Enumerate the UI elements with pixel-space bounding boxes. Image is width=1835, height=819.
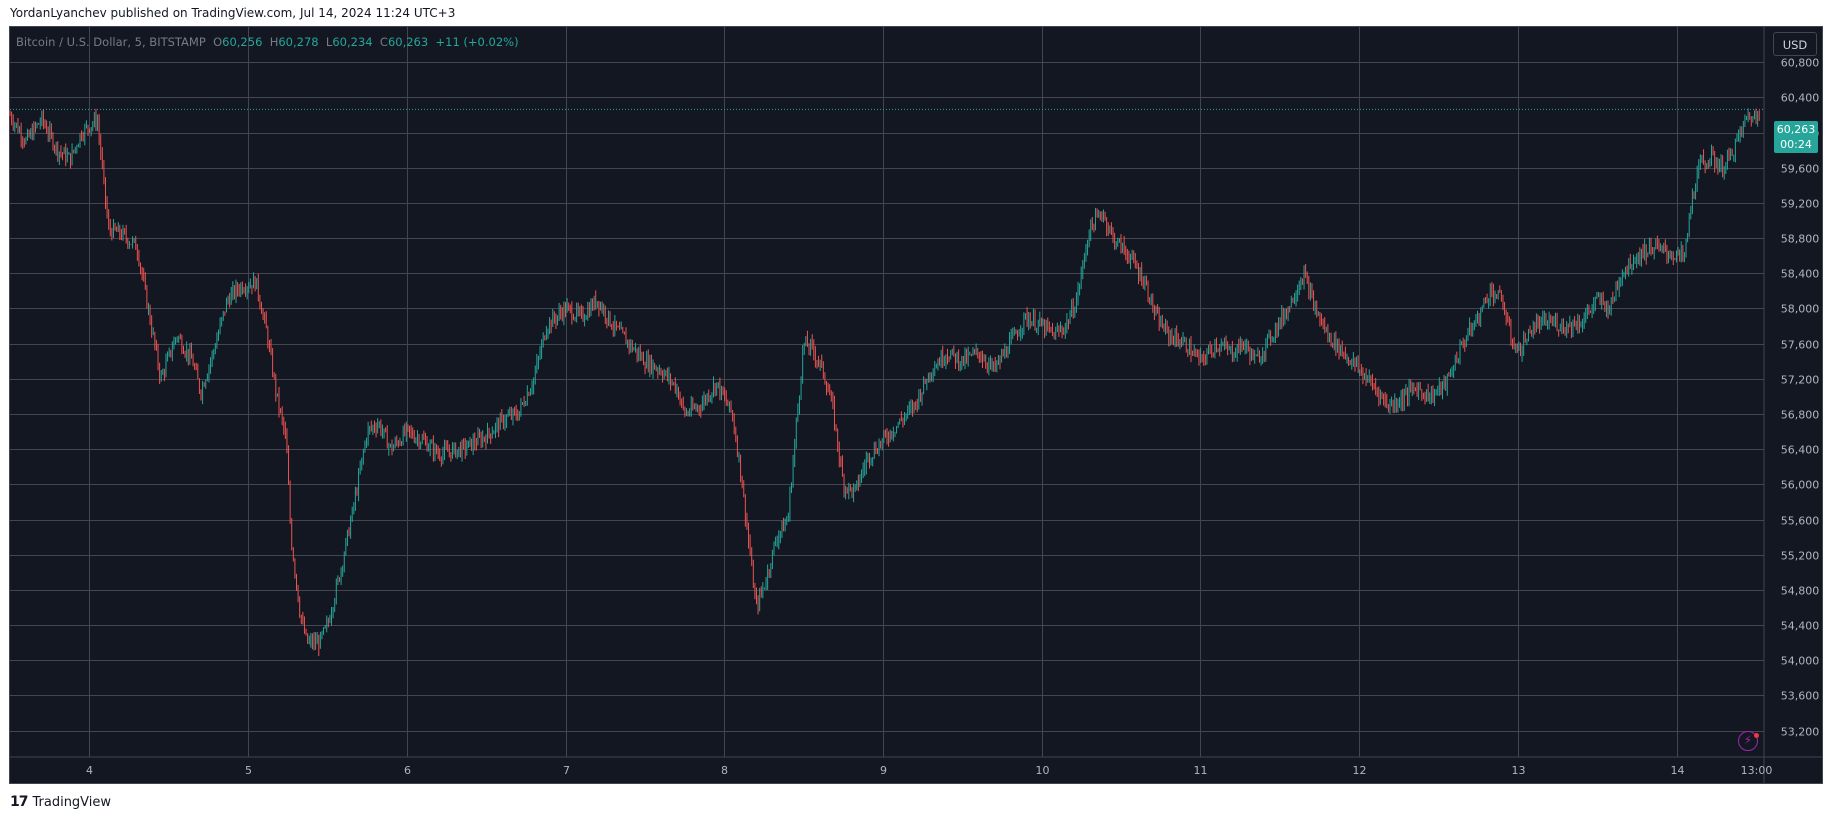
legend-high: 60,278 bbox=[278, 35, 319, 49]
time-tick-label: 7 bbox=[563, 764, 570, 777]
price-tick-label: 60,800 bbox=[1781, 57, 1820, 70]
legend-change: +11 (+0.02%) bbox=[435, 35, 519, 49]
legend-close: 60,263 bbox=[387, 35, 429, 49]
price-tick-label: 57,600 bbox=[1781, 339, 1820, 352]
notification-dot bbox=[1754, 733, 1759, 738]
time-tick-label: 14 bbox=[1671, 764, 1685, 777]
price-tick-label: 56,400 bbox=[1781, 444, 1820, 457]
price-tick-label: 56,800 bbox=[1781, 409, 1820, 422]
symbol-legend[interactable]: Bitcoin / U.S. Dollar, 5, BITSTAMP O60,2… bbox=[16, 35, 519, 49]
last-price-value: 60,263 bbox=[1776, 123, 1816, 136]
time-tick-label: 13:00 bbox=[1741, 764, 1773, 777]
price-tick-label: 58,000 bbox=[1781, 303, 1820, 316]
tradingview-logo-icon: 17 bbox=[10, 794, 29, 810]
price-tick-label: 54,000 bbox=[1781, 655, 1820, 668]
bar-countdown: 00:24 bbox=[1780, 138, 1812, 151]
legend-open: 60,256 bbox=[222, 35, 263, 49]
time-tick-label: 10 bbox=[1036, 764, 1050, 777]
price-tick-label: 58,400 bbox=[1781, 268, 1820, 281]
footer-brand[interactable]: 17 TradingView bbox=[10, 794, 111, 810]
legend-low: 60,234 bbox=[332, 35, 373, 49]
legend-open-label: O bbox=[213, 35, 223, 49]
price-tick-label: 60,400 bbox=[1781, 92, 1820, 105]
price-tick-label: 59,600 bbox=[1781, 163, 1820, 176]
price-chart[interactable]: 53,200 53,600 54,000 54,400 54,800 55,200 55,6… bbox=[0, 0, 1835, 819]
time-tick-label: 8 bbox=[721, 764, 728, 777]
price-tick-label: 53,200 bbox=[1781, 726, 1820, 739]
time-tick-label: 9 bbox=[880, 764, 887, 777]
price-tick-label: 55,600 bbox=[1781, 515, 1820, 528]
time-tick-label: 13 bbox=[1512, 764, 1526, 777]
currency-button[interactable]: USD bbox=[1773, 32, 1817, 56]
price-tick-label: 57,200 bbox=[1781, 374, 1820, 387]
price-tick-label: 53,600 bbox=[1781, 690, 1820, 703]
time-tick-label: 4 bbox=[86, 764, 93, 777]
time-tick-label: 5 bbox=[245, 764, 252, 777]
price-tick-label: 55,200 bbox=[1781, 550, 1820, 563]
time-tick-label: 6 bbox=[404, 764, 411, 777]
price-tick-label: 58,800 bbox=[1781, 233, 1820, 246]
price-tick-label: 54,400 bbox=[1781, 620, 1820, 633]
time-tick-label: 11 bbox=[1194, 764, 1208, 777]
footer-brand-label: TradingView bbox=[32, 794, 112, 810]
legend-close-label: C bbox=[379, 35, 388, 49]
last-price-tag: 60,263 00:24 bbox=[1774, 121, 1818, 153]
chart-grid bbox=[10, 27, 1764, 757]
legend-symbol: Bitcoin / U.S. Dollar, 5, BITSTAMP bbox=[16, 35, 206, 49]
price-tick-label: 56,000 bbox=[1781, 479, 1820, 492]
price-tick-label: 54,800 bbox=[1781, 585, 1820, 598]
candlestick-series bbox=[9, 108, 1760, 657]
price-tick-label: 59,200 bbox=[1781, 198, 1820, 211]
time-tick-label: 12 bbox=[1353, 764, 1367, 777]
